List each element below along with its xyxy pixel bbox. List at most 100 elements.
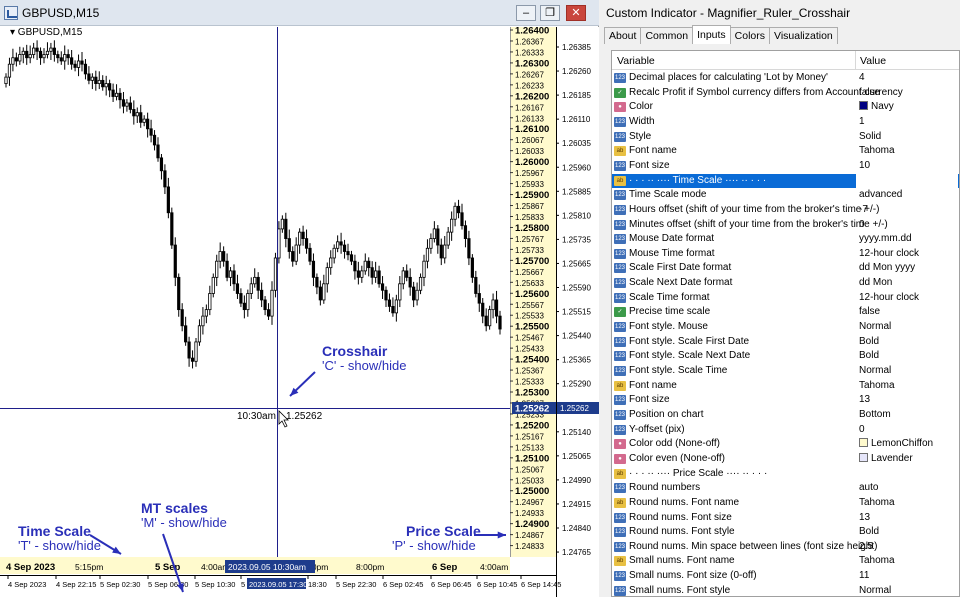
- input-row-value[interactable]: 4: [859, 71, 865, 86]
- input-row-value[interactable]: 13: [859, 393, 870, 408]
- candle-body: [418, 276, 423, 291]
- input-row[interactable]: 123 Scale Time format 12-hour clock: [612, 291, 959, 306]
- input-row[interactable]: 123 Font size 10: [612, 159, 959, 174]
- input-row[interactable]: 123 Font style. Scale Next Date Bold: [612, 349, 959, 364]
- input-row[interactable]: 123 Decimal places for calculating 'Lot b…: [612, 71, 959, 86]
- input-row[interactable]: ab Small nums. Font name Tahoma: [612, 554, 959, 569]
- input-row-value[interactable]: LemonChiffon: [859, 437, 933, 452]
- input-row-value[interactable]: 12-hour clock: [859, 291, 919, 306]
- input-row[interactable]: ● Color even (None-off) Lavender: [612, 452, 959, 467]
- candle-body: [294, 244, 298, 262]
- input-row[interactable]: ✓ Recalc Profit if Symbol currency differ…: [612, 86, 959, 101]
- input-row[interactable]: ab Round nums. Font name Tahoma: [612, 496, 959, 511]
- chart-window[interactable]: GBPUSD,M15 – ❐ ✕ 1.26400 1.26367 1.26333 1.…: [0, 0, 599, 597]
- variable-column-header[interactable]: Variable: [617, 55, 655, 67]
- input-row[interactable]: 123 Mouse Time format 12-hour clock: [612, 247, 959, 262]
- input-row[interactable]: 123 Round nums. Min space between lines (…: [612, 540, 959, 555]
- tab-common[interactable]: Common: [640, 27, 694, 44]
- input-row-value[interactable]: Bold: [859, 335, 879, 350]
- input-row-value[interactable]: [856, 173, 958, 189]
- input-row[interactable]: ab Font name Tahoma: [612, 379, 959, 394]
- value-column-header[interactable]: Value: [860, 55, 886, 67]
- input-row-value[interactable]: advanced: [859, 188, 902, 203]
- input-row-value[interactable]: 10: [859, 159, 870, 174]
- input-row-value[interactable]: Bold: [859, 525, 879, 540]
- input-row-value[interactable]: Bold: [859, 349, 879, 364]
- input-row[interactable]: ✓ Precise time scale false: [612, 305, 959, 320]
- input-row[interactable]: 123 Mouse Date format yyyy.mm.dd: [612, 232, 959, 247]
- input-row-value[interactable]: Navy: [859, 100, 894, 115]
- minimize-button[interactable]: –: [516, 5, 536, 21]
- input-row-value[interactable]: 2.5: [859, 540, 873, 555]
- restore-button[interactable]: ❐: [540, 5, 560, 21]
- input-row[interactable]: 123 Y-offset (pix) 0: [612, 423, 959, 438]
- input-row[interactable]: 123 Hours offset (shift of your time from…: [612, 203, 959, 218]
- input-row-value[interactable]: Solid: [859, 130, 881, 145]
- input-row[interactable]: 123 Width 1: [612, 115, 959, 130]
- input-row[interactable]: 123 Style Solid: [612, 130, 959, 145]
- input-row[interactable]: ab Font name Tahoma: [612, 144, 959, 159]
- string-param-icon: ab: [614, 556, 626, 567]
- input-row[interactable]: 123 Minutes offset (shift of your time fr…: [612, 218, 959, 233]
- input-row-value[interactable]: dd Mon yyyy: [859, 261, 915, 276]
- tab-inputs[interactable]: Inputs: [692, 25, 731, 44]
- input-row[interactable]: ab · · · ·· ···· Price Scale ···· ·· · · …: [612, 467, 959, 482]
- input-row-value[interactable]: Normal: [859, 320, 891, 335]
- input-row-value[interactable]: auto: [859, 481, 878, 496]
- price-chart[interactable]: 1.264001.26367 1.263331.263001.26267 1.262…: [0, 27, 599, 597]
- tab-colors[interactable]: Colors: [729, 27, 771, 44]
- input-row-value[interactable]: 13: [859, 511, 870, 526]
- candle-body: [228, 270, 233, 278]
- input-row-value[interactable]: false: [859, 86, 880, 101]
- input-row[interactable]: ● Color odd (None-off) LemonChiffon: [612, 437, 959, 452]
- input-row[interactable]: 123 Small nums. Font size (0-off) 11: [612, 569, 959, 584]
- chart-titlebar[interactable]: GBPUSD,M15 – ❐ ✕: [0, 0, 599, 26]
- input-row-value-text: 12-hour clock: [859, 291, 920, 303]
- candle-body: [225, 260, 229, 278]
- input-row-value[interactable]: Lavender: [859, 452, 913, 467]
- tab-visualization[interactable]: Visualization: [769, 27, 838, 44]
- input-row-value[interactable]: Tahoma: [859, 554, 895, 569]
- input-row[interactable]: 123 Font style. Scale Time Normal: [612, 364, 959, 379]
- input-row-value[interactable]: 0: [859, 423, 865, 438]
- input-row[interactable]: 123 Font style. Scale First Date Bold: [612, 335, 959, 350]
- column-separator[interactable]: [855, 51, 856, 70]
- chart-area[interactable]: 1.26400 1.26367 1.26333 1.26300 1.26267 1.262…: [0, 27, 599, 597]
- input-row[interactable]: 123 Scale Next Date format dd Mon: [612, 276, 959, 291]
- input-row[interactable]: 123 Round nums. Font size 13: [612, 511, 959, 526]
- candle-body: [28, 54, 32, 59]
- input-row[interactable]: ● Color Navy: [612, 100, 959, 115]
- input-row[interactable]: 123 Small nums. Font style Normal: [612, 584, 959, 596]
- input-row[interactable]: 123 Round nums. Font style Bold: [612, 525, 959, 540]
- close-button[interactable]: ✕: [566, 5, 586, 21]
- input-row[interactable]: 123 Font style. Mouse Normal: [612, 320, 959, 335]
- plot-background[interactable]: [0, 27, 510, 597]
- input-row-value[interactable]: Tahoma: [859, 144, 895, 159]
- input-row-value[interactable]: Normal: [859, 364, 891, 379]
- input-row-value[interactable]: Normal: [859, 584, 891, 596]
- input-row-value[interactable]: Tahoma: [859, 496, 895, 511]
- candle-body: [80, 60, 84, 65]
- input-row-value[interactable]: 0: [859, 218, 865, 233]
- candle-body: [363, 260, 367, 272]
- input-row-value[interactable]: 12-hour clock: [859, 247, 919, 262]
- candle-body: [132, 109, 136, 117]
- input-row-value[interactable]: 1: [859, 115, 865, 130]
- input-row-value[interactable]: -7: [859, 203, 868, 218]
- candle-body: [336, 241, 340, 249]
- inputs-grid[interactable]: Variable Value 123 Decimal places for cal…: [611, 50, 960, 597]
- input-row-value[interactable]: false: [859, 305, 880, 320]
- input-row[interactable]: 123 Time Scale mode advanced: [612, 188, 959, 203]
- input-row[interactable]: 123 Position on chart Bottom: [612, 408, 959, 423]
- input-row-value[interactable]: Tahoma: [859, 379, 895, 394]
- input-row-value[interactable]: dd Mon: [859, 276, 892, 291]
- input-row[interactable]: 123 Round numbers auto: [612, 481, 959, 496]
- input-row-value[interactable]: 11: [859, 569, 869, 584]
- dialog-tabs[interactable]: About Common Inputs Colors Visualization: [604, 25, 838, 44]
- input-row-value[interactable]: Bottom: [859, 408, 891, 423]
- input-row[interactable]: 123 Font size 13: [612, 393, 959, 408]
- input-row-value[interactable]: yyyy.mm.dd: [859, 232, 912, 247]
- input-row[interactable]: 123 Scale First Date format dd Mon yyyy: [612, 261, 959, 276]
- input-row[interactable]: ab · · · ·· ···· Time Scale ···· ·· · · ·: [612, 173, 959, 189]
- tab-about[interactable]: About: [604, 27, 642, 44]
